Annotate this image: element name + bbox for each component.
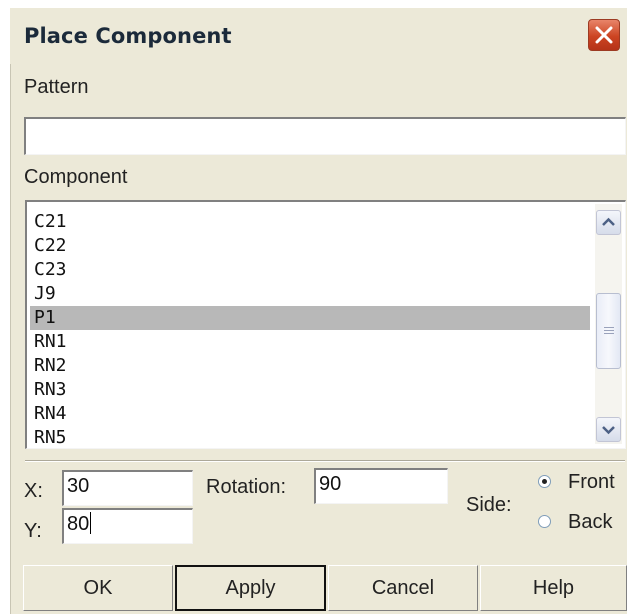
- x-label: X:: [24, 480, 43, 502]
- scroll-down-button[interactable]: [596, 417, 621, 442]
- y-input[interactable]: 80: [62, 508, 193, 544]
- component-list-item[interactable]: C21: [30, 210, 590, 234]
- cancel-button[interactable]: Cancel: [328, 565, 478, 611]
- component-list-item[interactable]: RN3: [30, 378, 590, 402]
- radio-button-back[interactable]: [538, 515, 551, 528]
- scroll-down-arrow-icon: [602, 426, 615, 435]
- rotation-input[interactable]: 90: [314, 468, 448, 504]
- component-list: C21 C22 C23 J9 P1 RN1 RN2 RN3 RN4 RN5: [30, 210, 590, 450]
- apply-button[interactable]: Apply: [175, 565, 326, 611]
- place-component-dialog: Place Component Pattern Component C21 C22…: [10, 8, 627, 614]
- component-list-item[interactable]: RN2: [30, 354, 590, 378]
- component-list-item[interactable]: P1: [30, 306, 590, 330]
- ok-button[interactable]: OK: [23, 565, 173, 611]
- component-list-item[interactable]: RN1: [30, 330, 590, 354]
- component-list-item[interactable]: RN4: [30, 402, 590, 426]
- component-listbox[interactable]: C21 C22 C23 J9 P1 RN1 RN2 RN3 RN4 RN5: [25, 200, 626, 449]
- help-button[interactable]: Help: [480, 565, 627, 611]
- pattern-input[interactable]: [24, 117, 626, 155]
- component-list-item[interactable]: J9: [30, 282, 590, 306]
- rotation-label: Rotation:: [206, 476, 287, 498]
- scrollbar-thumb[interactable]: [596, 293, 621, 369]
- close-button[interactable]: [588, 19, 620, 51]
- component-list-item[interactable]: RN5: [30, 426, 590, 450]
- y-label: Y:: [24, 520, 42, 542]
- component-label: Component: [24, 166, 128, 188]
- close-icon: [595, 26, 613, 44]
- side-label: Side:: [466, 494, 512, 516]
- title-bar[interactable]: Place Component: [10, 8, 627, 64]
- text-caret: [90, 512, 92, 534]
- x-input[interactable]: 30: [62, 470, 193, 506]
- pattern-label: Pattern: [24, 76, 89, 98]
- radio-label-back[interactable]: Back: [568, 511, 612, 534]
- radio-button-front[interactable]: [538, 475, 551, 488]
- y-input-value: 80: [67, 513, 90, 535]
- radio-label-front[interactable]: Front: [568, 471, 615, 494]
- scroll-up-button[interactable]: [596, 210, 621, 235]
- vertical-scrollbar[interactable]: [595, 204, 622, 444]
- component-list-item[interactable]: C23: [30, 258, 590, 282]
- component-list-item[interactable]: C22: [30, 234, 590, 258]
- dialog-title: Place Component: [24, 24, 232, 48]
- button-row: OK Apply Cancel Help: [23, 565, 627, 613]
- separator: [25, 460, 625, 462]
- scroll-up-arrow-icon: [602, 217, 615, 226]
